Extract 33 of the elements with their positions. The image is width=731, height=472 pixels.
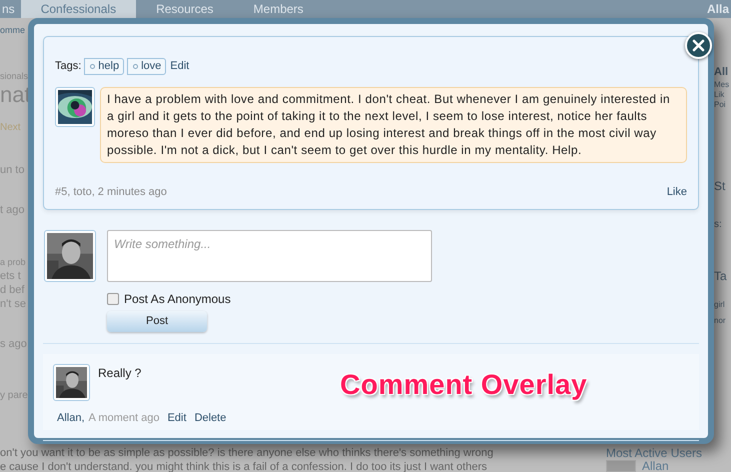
comment-time: A moment ago [88, 410, 160, 426]
page-text: on't you want it to be as simple as possible? is there anyone else who thinks there's something wrong [0, 446, 494, 460]
page-text: omme [0, 24, 26, 37]
avatar-frame [606, 460, 636, 472]
page-text: e cause I don't understand. you might think this is a fail of a confession. I do too its just I want others [0, 460, 488, 472]
page-text: Lik [714, 90, 726, 100]
comment-action-link[interactable]: Delete [194, 410, 226, 426]
edit-link[interactable]: Edit [170, 58, 190, 75]
comment-field[interactable]: Write something... [107, 230, 432, 282]
tags-label: Tags: [55, 59, 82, 74]
like-link[interactable]: Like [666, 184, 687, 200]
page-text: All [714, 65, 730, 80]
page-text: s: [714, 220, 723, 230]
page-text: Poi [714, 100, 727, 110]
tag-chip[interactable]: help [84, 58, 124, 75]
page-text: Ta [714, 268, 728, 284]
page-text: nor [714, 316, 727, 326]
post-meta: #5, toto, 2 minutes ago [55, 185, 167, 200]
annotation-label: Comment Overlay [340, 368, 588, 402]
comment-action-link[interactable]: Edit [167, 410, 186, 426]
sidebar-heading: Most Active Users [606, 446, 702, 460]
comment-author[interactable]: Allan, [57, 410, 85, 426]
post-button[interactable]: Post [107, 310, 207, 332]
close-button[interactable] [685, 32, 712, 59]
anonymous-checkbox[interactable] [107, 292, 119, 304]
page-text: girl [714, 300, 726, 310]
anonymous-label: Post As Anonymous [124, 290, 231, 308]
post-message: I have a problem with love and commitment. I don't cheat. But whenever I am genuinely interested in a girl and it gets to the point of taking it to the next level, I seem to lose interest, notice her faults moreso than I ever did before, and end up losing interest and break things off in the most civil way possible. I'm not a dick, but I can't seem to get over this hurdle in my mentality. Help. [100, 87, 687, 163]
close-icon [692, 39, 705, 52]
tag-chip[interactable]: love [127, 58, 166, 75]
comment-text: Really ? [98, 364, 142, 382]
page-text: Mes [714, 80, 730, 90]
page-text: St [714, 178, 726, 194]
